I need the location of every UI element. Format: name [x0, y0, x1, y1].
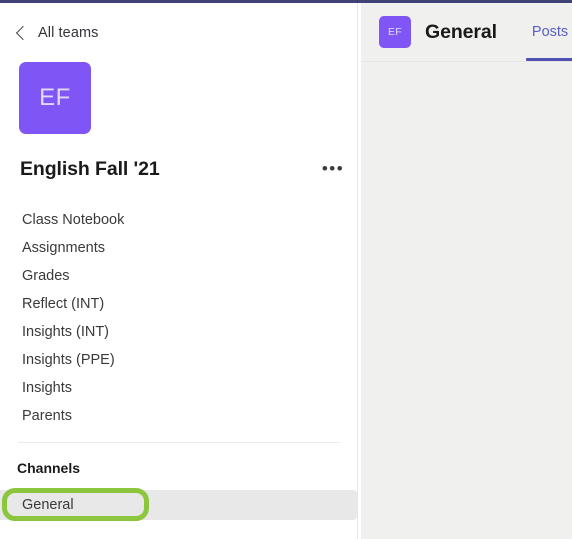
channel-team-avatar: EF — [379, 16, 411, 48]
team-avatar-initials: EF — [39, 84, 71, 111]
channels-section-heading: Channels — [17, 460, 81, 476]
sidebar-item-label: Insights (INT) — [22, 323, 110, 340]
sidebar-item-label: Reflect (INT) — [22, 295, 105, 312]
sidebar-item-grades[interactable]: Grades — [0, 262, 357, 290]
sidebar-item-insights-int[interactable]: Insights (INT) — [0, 318, 357, 346]
back-to-all-teams-label: All teams — [38, 24, 99, 41]
sidebar-item-label: Insights (PPE) — [22, 351, 115, 368]
sidebar-item-label: Class Notebook — [22, 211, 125, 228]
channel-list: General — [0, 490, 357, 520]
sidebar-item-label: Insights — [22, 379, 72, 396]
channel-title: General — [425, 20, 497, 43]
channel-header: EF General Posts Files — [361, 3, 572, 62]
app-shell: All teams EF English Fall '21 ••• Class … — [0, 3, 572, 539]
sidebar-item-label: Assignments — [22, 239, 106, 256]
tab-posts[interactable]: Posts — [517, 3, 572, 62]
sidebar-divider — [18, 442, 340, 443]
team-avatar: EF — [19, 62, 91, 134]
more-horizontal-icon: ••• — [321, 159, 345, 178]
team-name-heading: English Fall '21 — [20, 158, 160, 180]
team-apps-list: Class Notebook Assignments Grades Reflec… — [0, 206, 357, 430]
channel-tabs: Posts Files — [517, 3, 572, 62]
sidebar-item-class-notebook[interactable]: Class Notebook — [0, 206, 357, 234]
channel-item-general[interactable]: General — [0, 490, 357, 520]
channel-item-label: General — [22, 496, 74, 513]
sidebar-item-label: Parents — [22, 407, 72, 424]
team-sidebar: All teams EF English Fall '21 ••• Class … — [0, 3, 357, 539]
sidebar-item-label: Grades — [22, 267, 70, 284]
channel-content-pane: EF General Posts Files — [361, 3, 572, 539]
sidebar-item-assignments[interactable]: Assignments — [0, 234, 357, 262]
chevron-left-icon — [15, 25, 31, 41]
channel-team-avatar-initials: EF — [387, 26, 403, 38]
back-to-all-teams-link[interactable]: All teams — [14, 21, 99, 45]
team-more-options-button[interactable]: ••• — [321, 157, 345, 181]
sidebar-item-insights-ppe[interactable]: Insights (PPE) — [0, 346, 357, 374]
sidebar-item-insights[interactable]: Insights — [0, 374, 357, 402]
sidebar-item-parents[interactable]: Parents — [0, 402, 357, 430]
sidebar-item-reflect-int[interactable]: Reflect (INT) — [0, 290, 357, 318]
tab-label: Posts — [531, 24, 569, 40]
